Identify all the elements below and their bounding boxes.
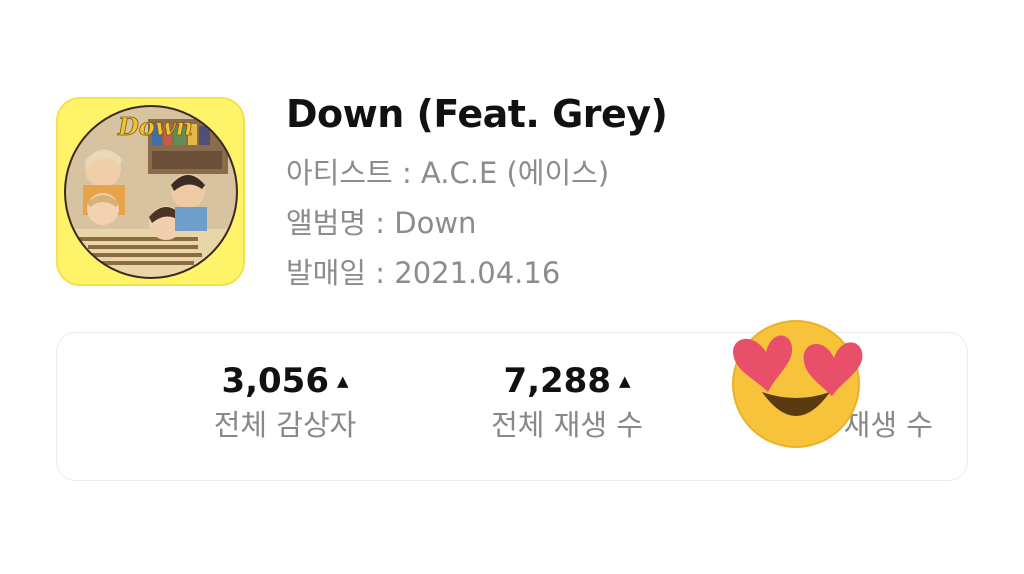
total-plays-label: 전체 재생 수 — [491, 408, 643, 442]
release-date-info: 발매일 : 2021.04.16 — [286, 256, 561, 290]
stat-total-plays: 7,288 ▲ 전체 재생 수 — [437, 359, 697, 447]
album-info[interactable]: 앨범명 : Down — [286, 200, 476, 242]
total-listeners-label: 전체 감상자 — [213, 408, 357, 442]
album-cover[interactable]: Down — [56, 97, 245, 286]
song-stats-page: Down Down (Feat. Grey) 아티스트 : A.C.E (에이스… — [0, 0, 1024, 574]
triangle-up-icon: ▲ — [619, 372, 631, 390]
heart-eyes-emoji-icon — [726, 308, 876, 448]
total-listeners-value-row: 3,056 ▲ — [155, 359, 415, 403]
total-plays-value-row: 7,288 ▲ — [437, 359, 697, 403]
song-title: Down (Feat. Grey) — [286, 92, 668, 136]
svg-text:Down: Down — [117, 112, 193, 141]
artist-info[interactable]: 아티스트 : A.C.E (에이스) — [286, 150, 609, 192]
total-listeners-value: 3,056 — [221, 361, 329, 401]
triangle-up-icon: ▲ — [337, 372, 349, 390]
total-plays-value: 7,288 — [503, 361, 611, 401]
stat-total-listeners: 3,056 ▲ 전체 감상자 — [155, 359, 415, 447]
album-cover-image: Down — [58, 99, 243, 284]
